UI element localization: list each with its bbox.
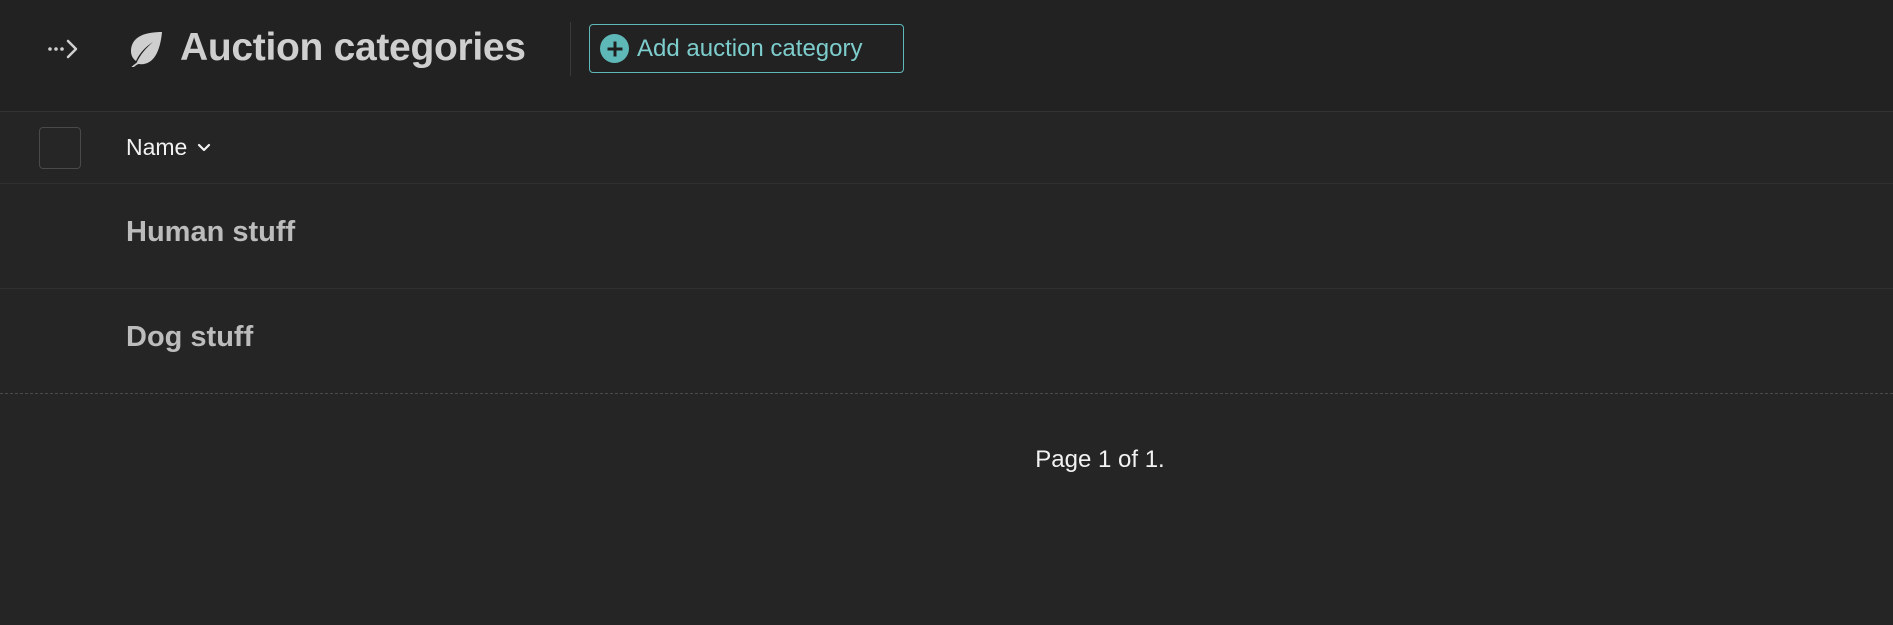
select-all-checkbox[interactable] <box>39 127 81 169</box>
table-header: Name <box>0 112 1893 184</box>
add-button-label: Add auction category <box>637 34 863 62</box>
add-auction-category-button[interactable]: Add auction category <box>589 24 904 73</box>
plus-circle-icon <box>600 34 629 63</box>
row-name[interactable]: Human stuff <box>126 216 295 249</box>
column-header-label: Name <box>126 134 188 160</box>
table-row[interactable]: Human stuff <box>0 184 1893 289</box>
pagination-text: Page 1 of 1. <box>1035 446 1165 473</box>
header-divider <box>570 22 571 76</box>
sidebar-toggle-arrow-icon[interactable] <box>44 34 84 64</box>
pagination: Page 1 of 1. <box>900 446 1300 474</box>
row-name[interactable]: Dog stuff <box>126 321 253 354</box>
leaf-icon <box>126 30 164 68</box>
chevron-down-icon <box>197 143 211 153</box>
page-header: Auction categories Add auction category <box>0 0 1893 112</box>
column-header-name[interactable]: Name <box>126 134 211 161</box>
page-title: Auction categories <box>180 26 526 69</box>
table-row[interactable]: Dog stuff <box>0 289 1893 394</box>
